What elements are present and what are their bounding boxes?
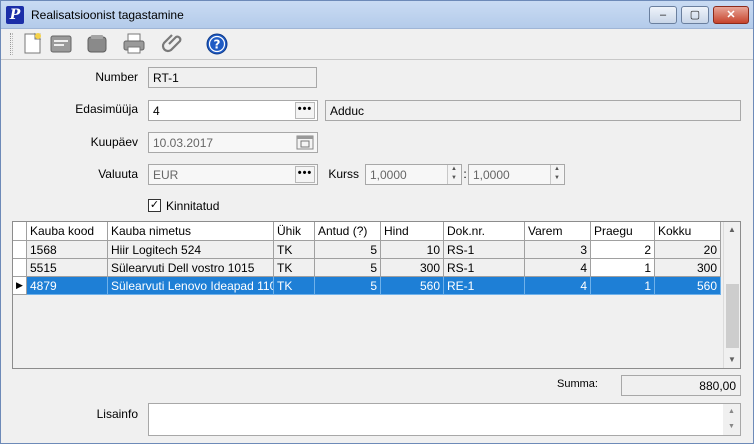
confirmed-label[interactable]: Kinnitatud: [166, 199, 219, 213]
title-bar[interactable]: P Realisatsioonist tagastamine ‒ ▢ ✕: [1, 1, 753, 29]
column-header[interactable]: Kauba kood: [27, 222, 108, 241]
svg-text:?: ?: [214, 38, 221, 52]
spin-down-icon[interactable]: ▼: [551, 174, 563, 183]
spin-up-icon[interactable]: ▲: [551, 165, 563, 174]
reseller-name-field: Adduc: [325, 100, 741, 121]
cell-unit[interactable]: TK: [274, 259, 315, 277]
date-field[interactable]: 10.03.2017: [148, 132, 318, 153]
cell-price[interactable]: 300: [381, 259, 444, 277]
close-button[interactable]: ✕: [713, 6, 749, 24]
number-field[interactable]: RT-1: [148, 67, 317, 88]
toolbar-grip[interactable]: [10, 33, 13, 55]
cell-earlier[interactable]: 4: [525, 259, 591, 277]
cell-doc-nr[interactable]: RS-1: [444, 241, 525, 259]
cell-price[interactable]: 560: [381, 277, 444, 295]
app-logo-icon: P: [6, 6, 24, 24]
minimize-button[interactable]: ‒: [649, 6, 677, 24]
reseller-code-field[interactable]: 4: [148, 100, 318, 121]
cell-total[interactable]: 300: [655, 259, 721, 277]
date-label: Kuupäev: [90, 135, 138, 149]
column-header[interactable]: Dok.nr.: [444, 222, 525, 241]
row-indicator[interactable]: [13, 259, 27, 277]
column-header[interactable]: Antud (?): [315, 222, 381, 241]
toolbar: ?: [1, 29, 753, 59]
stamp-icon[interactable]: [85, 32, 109, 56]
cell-now[interactable]: 2: [591, 241, 655, 259]
cell-doc-nr[interactable]: RE-1: [444, 277, 525, 295]
rate-2-spinner[interactable]: ▲ ▼: [550, 165, 563, 184]
dialog-window: P Realisatsioonist tagastamine ‒ ▢ ✕ ? N…: [0, 0, 754, 444]
notes-label: Lisainfo: [96, 407, 138, 421]
total-label: Summa:: [557, 378, 598, 390]
scrollbar-thumb[interactable]: [726, 284, 739, 348]
printer-icon[interactable]: [122, 32, 146, 56]
cell-earlier[interactable]: 3: [525, 241, 591, 259]
cell-total[interactable]: 560: [655, 277, 721, 295]
maximize-button[interactable]: ▢: [681, 6, 709, 24]
notes-textarea[interactable]: ▲ ▼: [148, 403, 741, 436]
cell-price[interactable]: 10: [381, 241, 444, 259]
cell-name[interactable]: Sülearvuti Lenovo Ideapad 110: [108, 277, 274, 295]
currency-field[interactable]: EUR: [148, 164, 318, 185]
cell-now[interactable]: 1: [591, 277, 655, 295]
cell-code[interactable]: 4879: [27, 277, 108, 295]
window-title: Realisatsioonist tagastamine: [31, 8, 184, 22]
notes-text[interactable]: [149, 404, 740, 410]
help-icon[interactable]: ?: [205, 32, 229, 56]
current-row-indicator[interactable]: ▶: [13, 277, 27, 295]
grid-vertical-scrollbar[interactable]: ▲ ▼: [723, 222, 740, 368]
cell-earlier[interactable]: 4: [525, 277, 591, 295]
column-header[interactable]: Praegu: [591, 222, 655, 241]
toolbar-separator: [1, 59, 753, 60]
new-document-icon[interactable]: [21, 32, 45, 56]
cell-unit[interactable]: TK: [274, 241, 315, 259]
notes-scrollbar[interactable]: ▲ ▼: [723, 404, 740, 435]
cell-given[interactable]: 5: [315, 259, 381, 277]
spin-up-icon[interactable]: ▲: [448, 165, 460, 174]
cell-name[interactable]: Sülearvuti Dell vostro 1015: [108, 259, 274, 277]
scroll-down-icon[interactable]: ▼: [723, 419, 740, 434]
rate-1-spinner[interactable]: ▲ ▼: [447, 165, 460, 184]
column-header[interactable]: Kokku: [655, 222, 721, 241]
column-header[interactable]: Varem: [525, 222, 591, 241]
calendar-icon[interactable]: [296, 135, 314, 150]
confirmed-checkbox[interactable]: ✓: [148, 199, 161, 212]
scroll-down-icon[interactable]: ▼: [724, 352, 740, 368]
cell-given[interactable]: 5: [315, 241, 381, 259]
row-indicator[interactable]: [13, 241, 27, 259]
form-icon[interactable]: [49, 32, 73, 56]
column-header[interactable]: Ühik: [274, 222, 315, 241]
spin-down-icon[interactable]: ▼: [448, 174, 460, 183]
cell-doc-nr[interactable]: RS-1: [444, 259, 525, 277]
items-grid: Kauba kood Kauba nimetus Ühik Antud (?) …: [12, 221, 741, 369]
column-header[interactable]: Kauba nimetus: [108, 222, 274, 241]
cell-total[interactable]: 20: [655, 241, 721, 259]
currency-lookup-button[interactable]: •••: [295, 166, 315, 183]
cell-given[interactable]: 5: [315, 277, 381, 295]
cell-now[interactable]: 1: [591, 259, 655, 277]
cell-code[interactable]: 5515: [27, 259, 108, 277]
cell-name[interactable]: Hiir Logitech 524: [108, 241, 274, 259]
total-field: 880,00: [621, 375, 741, 396]
row-indicator-header: [13, 222, 27, 241]
scroll-up-icon[interactable]: ▲: [723, 404, 740, 419]
column-header[interactable]: Hind: [381, 222, 444, 241]
reseller-lookup-button[interactable]: •••: [295, 102, 315, 119]
cell-code[interactable]: 1568: [27, 241, 108, 259]
paperclip-icon[interactable]: [161, 32, 185, 56]
rate-label: Kurss: [328, 167, 359, 181]
number-label: Number: [95, 70, 138, 84]
cell-unit[interactable]: TK: [274, 277, 315, 295]
reseller-label: Edasimüüja: [75, 102, 138, 116]
currency-label: Valuuta: [98, 167, 138, 181]
scroll-up-icon[interactable]: ▲: [724, 222, 740, 238]
